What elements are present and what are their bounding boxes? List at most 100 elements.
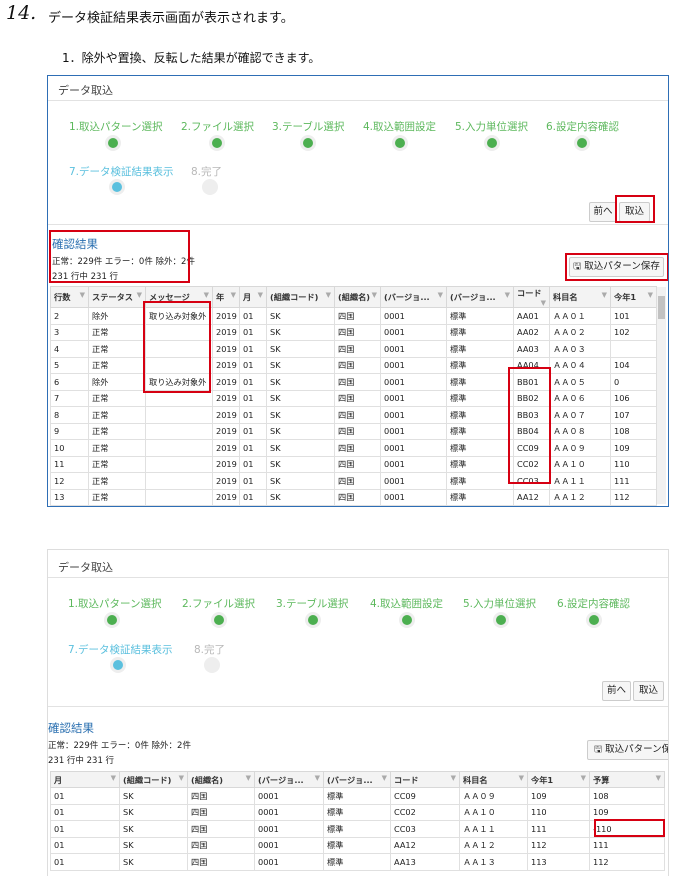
column-header-month[interactable]: 月 ▼ xyxy=(50,771,120,788)
import-button[interactable]: 取込 xyxy=(633,681,664,701)
save-pattern-label: 取込パターン保存 xyxy=(605,744,668,755)
column-header-status[interactable]: ステータス ▼ xyxy=(88,286,146,308)
funnel-icon[interactable]: ▼ xyxy=(246,774,251,782)
funnel-icon[interactable]: ▼ xyxy=(372,291,377,299)
cell-version-name: 標準 xyxy=(446,488,514,506)
wizard-step-4[interactable]: 4.取込範囲設定 xyxy=(370,596,443,611)
funnel-icon[interactable]: ▼ xyxy=(451,774,456,782)
funnel-icon[interactable]: ▼ xyxy=(137,291,142,299)
import-button[interactable]: 取込 xyxy=(619,202,650,222)
cell-year: 2019 xyxy=(212,323,240,341)
column-header-year[interactable]: 年 ▼ xyxy=(212,286,240,308)
cell-org-code: SK xyxy=(266,422,335,440)
wizard-step-7[interactable]: 7.データ検証結果表示 xyxy=(68,642,173,657)
wizard-step-5[interactable]: 5.入力単位選択 xyxy=(455,119,528,134)
wizard-step-6[interactable]: 6.設定内容確認 xyxy=(557,596,630,611)
table-row[interactable]: 01 SK 四国 0001 標準 AA12 ＡＡ１２ 112 111 xyxy=(50,836,665,854)
column-header-org-name[interactable]: (組織名) ▼ xyxy=(334,286,381,308)
funnel-icon[interactable]: ▼ xyxy=(258,291,263,299)
cell-this-year-1: 104 xyxy=(610,356,657,374)
save-pattern-button[interactable]: 🖫 取込パターン保存 xyxy=(569,257,664,277)
wizard-step-2[interactable]: 2.ファイル選択 xyxy=(182,596,255,611)
table-row[interactable]: 5 正常 2019 01 SK 四国 0001 標準 AA04 ＡＡ０４ 104 xyxy=(50,356,657,374)
table-row[interactable]: 3 正常 2019 01 SK 四国 0001 標準 AA02 ＡＡ０２ 102 xyxy=(50,323,657,341)
wizard-step-2[interactable]: 2.ファイル選択 xyxy=(181,119,254,134)
funnel-icon[interactable]: ▼ xyxy=(648,291,653,299)
table-row[interactable]: 7 正常 2019 01 SK 四国 0001 標準 BB02 ＡＡ０６ 106 xyxy=(50,389,657,407)
funnel-icon[interactable]: ▼ xyxy=(602,291,607,299)
table-row[interactable]: 11 正常 2019 01 SK 四国 0001 標準 CC02 ＡＡ１０ 110 xyxy=(50,455,657,473)
funnel-icon[interactable]: ▼ xyxy=(315,774,320,782)
column-header-org-code[interactable]: (組織コード) ▼ xyxy=(119,771,188,788)
table-row[interactable]: 6 除外 取り込み対象外 2019 01 SK 四国 0001 標準 BB01 ＡＡ０５ 0 xyxy=(50,373,657,391)
save-icon: 🖫 xyxy=(573,261,585,272)
funnel-icon[interactable]: ▼ xyxy=(581,774,586,782)
table-row[interactable]: 01 SK 四国 0001 標準 CC03 ＡＡ１１ 111 -110 xyxy=(50,820,665,838)
cell-account-name: ＡＡ１１ xyxy=(459,820,528,838)
save-pattern-button[interactable]: 🖫 取込パターン保存 xyxy=(587,740,668,760)
prev-button[interactable]: 前へ xyxy=(602,681,631,701)
funnel-icon[interactable]: ▼ xyxy=(541,299,546,307)
cell-code: AA02 xyxy=(513,323,550,341)
wizard-step-7[interactable]: 7.データ検証結果表示 xyxy=(69,164,174,179)
scrollbar-thumb[interactable] xyxy=(658,296,665,319)
table-row[interactable]: 12 正常 2019 01 SK 四国 0001 標準 CC03 ＡＡ１１ 111 xyxy=(50,472,657,490)
column-header-row-number[interactable]: 行数 ▼ xyxy=(50,286,89,308)
table-row[interactable]: 10 正常 2019 01 SK 四国 0001 標準 CC09 ＡＡ０９ 109 xyxy=(50,439,657,457)
funnel-icon[interactable]: ▼ xyxy=(438,291,443,299)
funnel-icon[interactable]: ▼ xyxy=(505,291,510,299)
column-header-version-code[interactable]: (バージョ... ▼ xyxy=(380,286,447,308)
table-scrollbar[interactable] xyxy=(656,287,666,504)
column-header-account-name[interactable]: 科目名 ▼ xyxy=(459,771,528,788)
funnel-icon[interactable]: ▼ xyxy=(231,291,236,299)
cell-message xyxy=(145,406,213,424)
wizard-step-4[interactable]: 4.取込範囲設定 xyxy=(363,119,436,134)
wizard-step-1[interactable]: 1.取込パターン選択 xyxy=(69,119,163,134)
funnel-icon[interactable]: ▼ xyxy=(326,291,331,299)
column-header-code[interactable]: コード ▼ xyxy=(390,771,460,788)
funnel-icon[interactable]: ▼ xyxy=(519,774,524,782)
table-row[interactable]: 9 正常 2019 01 SK 四国 0001 標準 BB04 ＡＡ０８ 108 xyxy=(50,422,657,440)
column-header-month[interactable]: 月 ▼ xyxy=(239,286,267,308)
table-row[interactable]: 4 正常 2019 01 SK 四国 0001 標準 AA03 ＡＡ０３ xyxy=(50,340,657,358)
wizard-step-3[interactable]: 3.テーブル選択 xyxy=(272,119,344,134)
column-header-account-name[interactable]: 科目名 ▼ xyxy=(549,286,611,308)
column-header-code[interactable]: コード ▼ xyxy=(513,286,550,308)
cell-month: 01 xyxy=(50,803,120,821)
funnel-icon[interactable]: ▼ xyxy=(179,774,184,782)
column-header-org-code[interactable]: (組織コード) ▼ xyxy=(266,286,335,308)
column-header-budget[interactable]: 予算 ▼ xyxy=(589,771,665,788)
column-header-message[interactable]: メッセージ ▼ xyxy=(145,286,213,308)
wizard-step-1[interactable]: 1.取込パターン選択 xyxy=(68,596,162,611)
cell-month: 01 xyxy=(50,836,120,854)
cell-org-name: 四国 xyxy=(334,356,381,374)
column-header-org-name[interactable]: (組織名) ▼ xyxy=(187,771,255,788)
funnel-icon[interactable]: ▼ xyxy=(111,774,116,782)
table-row[interactable]: 01 SK 四国 0001 標準 CC02 ＡＡ１０ 110 109 xyxy=(50,803,665,821)
panel-title: データ取込 xyxy=(58,84,113,97)
wizard-step-3[interactable]: 3.テーブル選択 xyxy=(276,596,348,611)
column-header-version-name[interactable]: (バージョ... ▼ xyxy=(323,771,391,788)
column-header-this-year-1[interactable]: 今年1 ▼ xyxy=(610,286,657,308)
funnel-icon[interactable]: ▼ xyxy=(656,774,661,782)
table-row[interactable]: 01 SK 四国 0001 標準 AA13 ＡＡ１３ 113 112 xyxy=(50,853,665,871)
cell-row-number: 6 xyxy=(50,373,89,391)
cell-code: AA03 xyxy=(513,340,550,358)
prev-button[interactable]: 前へ xyxy=(589,202,617,222)
table-row[interactable]: 13 正常 2019 01 SK 四国 0001 標準 AA12 ＡＡ１２ 112 xyxy=(50,488,657,506)
table-row[interactable]: 2 除外 取り込み対象外 2019 01 SK 四国 0001 標準 AA01 ＡＡ０１ 101 xyxy=(50,307,657,325)
table-row[interactable]: 01 SK 四国 0001 標準 CC09 ＡＡ０９ 109 108 xyxy=(50,787,665,805)
cell-code: CC03 xyxy=(390,820,460,838)
wizard-step-5[interactable]: 5.入力単位選択 xyxy=(463,596,536,611)
wizard-step-6[interactable]: 6.設定内容確認 xyxy=(546,119,619,134)
column-header-version-name[interactable]: (バージョ... ▼ xyxy=(446,286,514,308)
cell-code: AA12 xyxy=(513,488,550,506)
column-header-label: コード xyxy=(394,774,419,785)
column-header-version-code[interactable]: (バージョ... ▼ xyxy=(254,771,324,788)
funnel-icon[interactable]: ▼ xyxy=(80,291,85,299)
table-row[interactable]: 8 正常 2019 01 SK 四国 0001 標準 BB03 ＡＡ０７ 107 xyxy=(50,406,657,424)
funnel-icon[interactable]: ▼ xyxy=(382,774,387,782)
column-header-this-year-1[interactable]: 今年1 ▼ xyxy=(527,771,590,788)
funnel-icon[interactable]: ▼ xyxy=(204,291,209,299)
cell-this-year-1: 0 xyxy=(610,373,657,391)
